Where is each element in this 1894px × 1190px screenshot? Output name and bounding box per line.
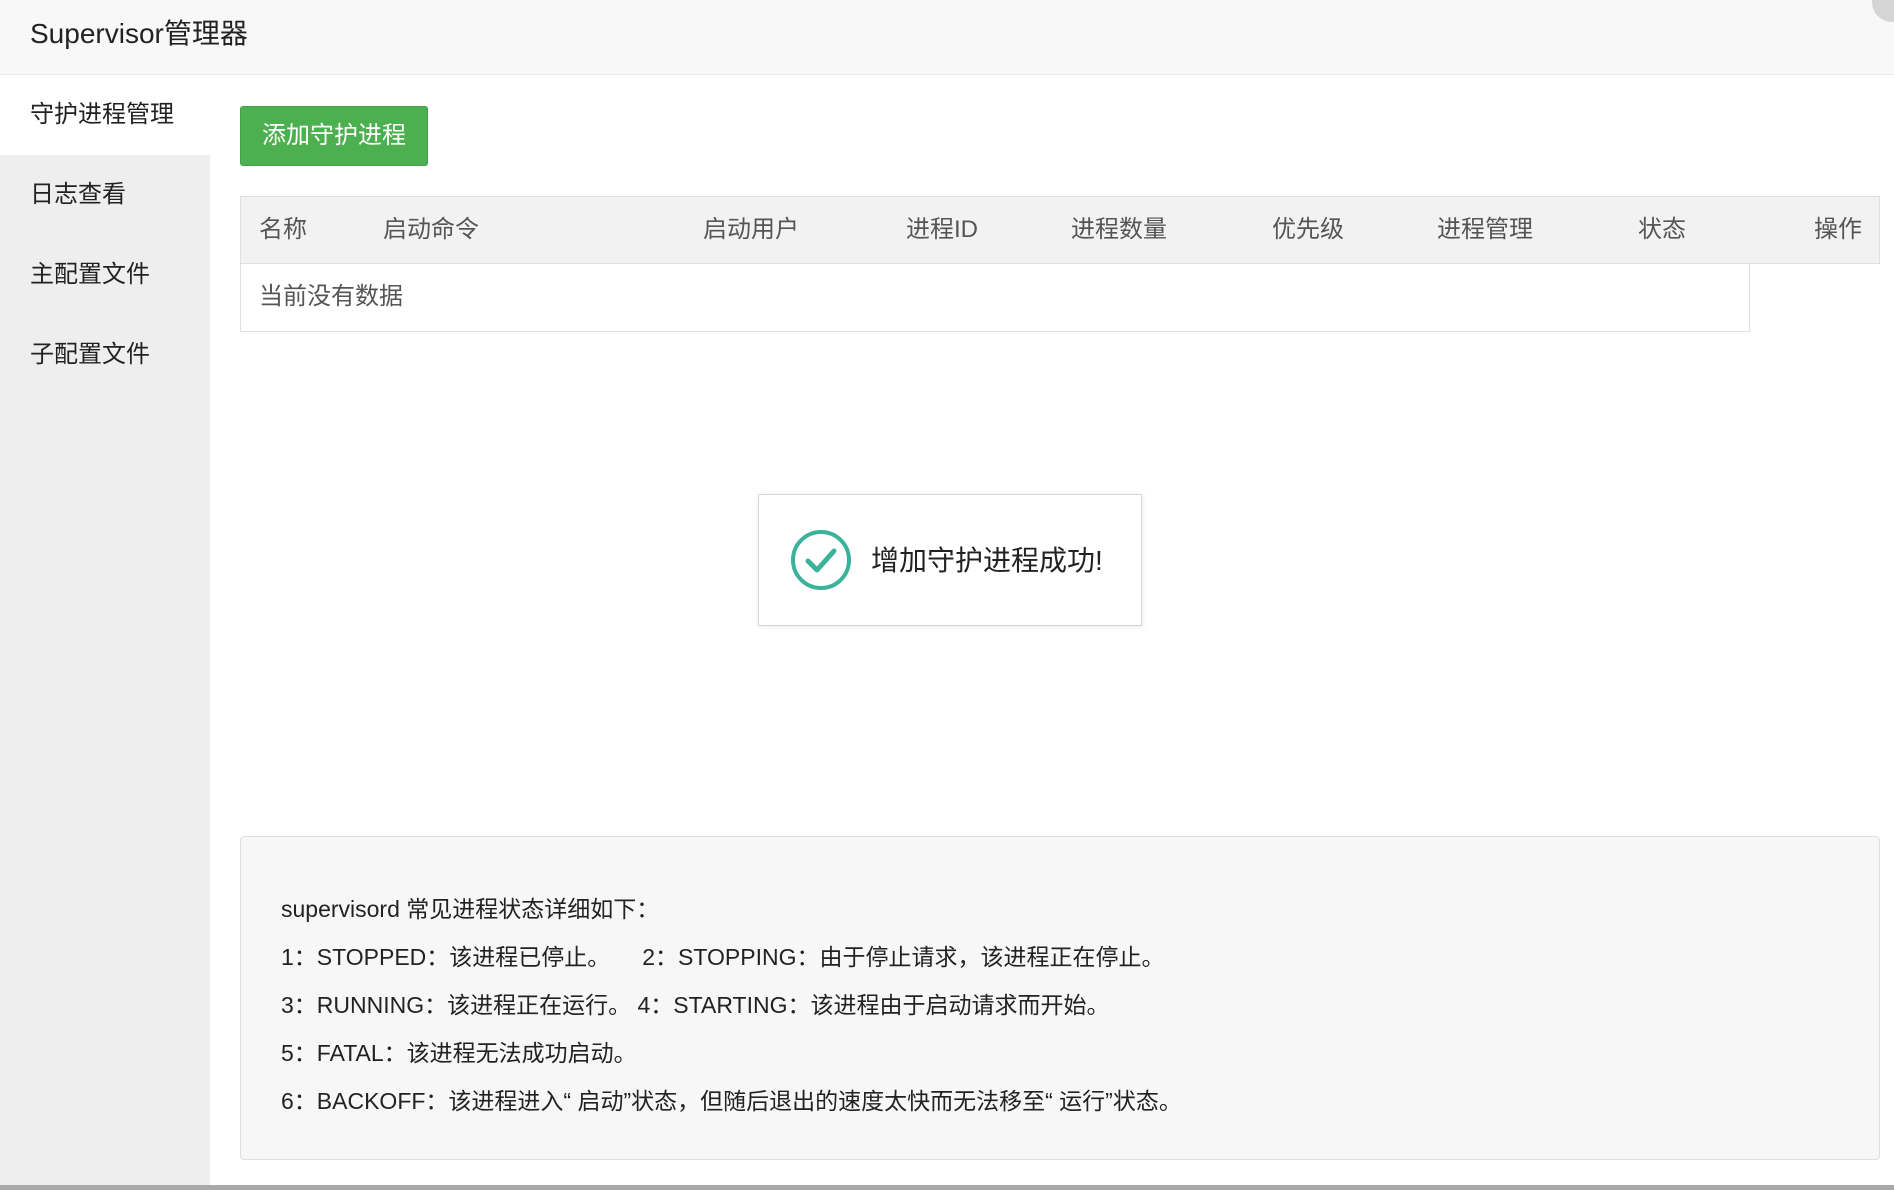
bottom-edge: [0, 1185, 1894, 1190]
sidebar-item-process-manage[interactable]: 守护进程管理: [0, 75, 210, 155]
sidebar-item-log-view[interactable]: 日志查看: [0, 155, 210, 235]
status-info-panel: supervisord 常见进程状态详细如下： 1：STOPPED：该进程已停止…: [240, 836, 1880, 1160]
window-corner-button[interactable]: [1872, 0, 1894, 22]
info-line-title: supervisord 常见进程状态详细如下：: [281, 896, 660, 922]
sidebar: 守护进程管理 日志查看 主配置文件 子配置文件: [0, 75, 210, 1185]
add-process-button[interactable]: 添加守护进程: [240, 106, 428, 166]
column-header-user[interactable]: 启动用户: [703, 197, 799, 263]
column-header-status[interactable]: 状态: [1638, 197, 1686, 263]
column-header-process-count[interactable]: 进程数量: [1071, 197, 1167, 263]
empty-table-message: 当前没有数据: [259, 283, 403, 310]
column-header-actions[interactable]: 操作: [1814, 197, 1862, 263]
info-line-fatal: 5：FATAL：该进程无法成功启动。: [281, 1040, 637, 1066]
column-header-process-manage[interactable]: 进程管理: [1437, 197, 1533, 263]
check-circle-icon: [789, 528, 853, 592]
table-header: 名称 启动命令 启动用户 进程ID 进程数量 优先级 进程管理 状态 操作: [240, 196, 1880, 264]
info-line-stopped-stopping: 1：STOPPED：该进程已停止。 2：STOPPING：由于停止请求，该进程正…: [281, 944, 1165, 970]
sidebar-item-sub-config[interactable]: 子配置文件: [0, 315, 210, 395]
column-header-pid[interactable]: 进程ID: [906, 197, 978, 263]
process-table: 名称 启动命令 启动用户 进程ID 进程数量 优先级 进程管理 状态 操作 当前…: [240, 196, 1880, 332]
column-header-command[interactable]: 启动命令: [383, 197, 479, 263]
table-body: 当前没有数据: [240, 264, 1750, 332]
app-title: Supervisor管理器: [30, 18, 248, 49]
title-bar: Supervisor管理器: [0, 0, 1894, 75]
info-line-running-starting: 3：RUNNING：该进程正在运行。 4：STARTING：该进程由于启动请求而…: [281, 992, 1110, 1018]
app-window: Supervisor管理器 守护进程管理 日志查看 主配置文件 子配置文件 添加…: [0, 0, 1894, 1190]
success-toast: 增加守护进程成功!: [758, 494, 1142, 626]
toast-message: 增加守护进程成功!: [871, 545, 1103, 576]
column-header-name[interactable]: 名称: [259, 197, 307, 263]
column-header-priority[interactable]: 优先级: [1272, 197, 1344, 263]
info-line-backoff: 6：BACKOFF：该进程进入“ 启动”状态，但随后退出的速度太快而无法移至“ …: [281, 1088, 1182, 1114]
sidebar-item-main-config[interactable]: 主配置文件: [0, 235, 210, 315]
